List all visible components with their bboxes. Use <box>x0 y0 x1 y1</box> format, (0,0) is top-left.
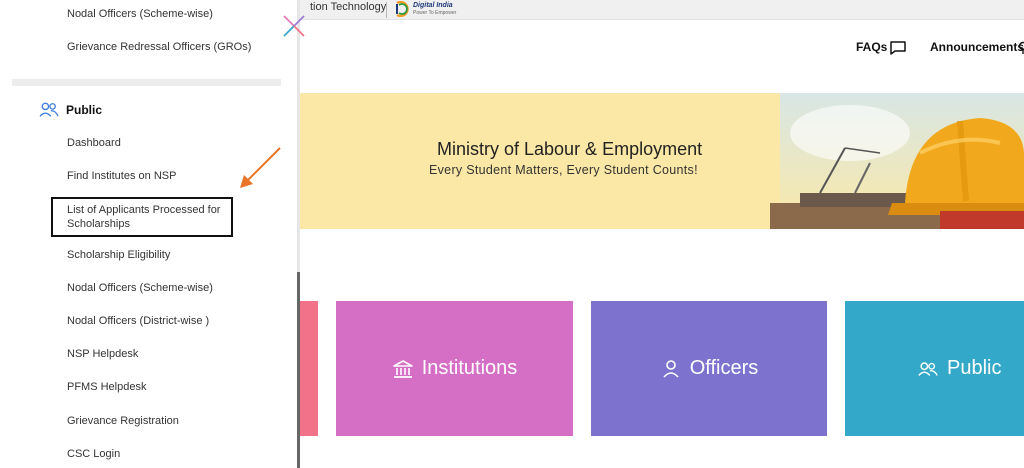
banner-subtitle: Every Student Matters, Every Student Cou… <box>429 163 698 177</box>
ministry-partial-text: tion Technology <box>310 1 387 13</box>
screen: tion Technology Digital India Power To E… <box>0 0 1024 468</box>
institutions-card[interactable]: Institutions <box>336 301 573 436</box>
top-strip: tion Technology Digital India Power To E… <box>300 0 1024 20</box>
officers-card-label: Officers <box>689 357 759 379</box>
sidebar-item-grievance-redressal-officers[interactable]: Grievance Redressal Officers (GROs) <box>67 40 251 54</box>
sidebar-item-csc-login[interactable]: CSC Login <box>67 447 120 461</box>
sidebar-scrollbar-thumb[interactable] <box>297 272 300 468</box>
sidebar-item-dashboard[interactable]: Dashboard <box>67 136 121 150</box>
digital-india-subtitle: Power To Empower <box>413 10 457 16</box>
digital-india-mark-icon <box>396 1 409 17</box>
sidebar-divider <box>12 79 281 86</box>
banner-helmet-illustration <box>770 93 1024 229</box>
public-card-label: Public <box>947 357 1002 379</box>
announcements-link[interactable]: Announcements <box>930 40 1024 54</box>
bank-building-icon <box>392 359 413 378</box>
sidebar-section-public[interactable]: Public <box>38 100 102 120</box>
faqs-link[interactable]: FAQs <box>856 40 887 54</box>
officers-card[interactable]: Officers <box>591 301 827 436</box>
announcement-pin-icon[interactable] <box>1017 41 1024 55</box>
sidebar-item-nodal-officers-scheme-public[interactable]: Nodal Officers (Scheme-wise) <box>67 281 213 295</box>
people-icon <box>918 361 938 376</box>
sidebar-item-nsp-helpdesk[interactable]: NSP Helpdesk <box>67 347 138 361</box>
annotation-arrow-icon <box>240 147 281 188</box>
sidebar-item-find-institutes[interactable]: Find Institutes on NSP <box>67 169 176 183</box>
sidebar-drawer: Nodal Officers (Scheme-wise) Grievance R… <box>0 0 300 468</box>
sidebar-item-scholarship-eligibility[interactable]: Scholarship Eligibility <box>67 248 170 262</box>
person-icon <box>663 359 679 378</box>
card-partial-pink[interactable] <box>300 301 318 436</box>
chat-bubble-icon[interactable] <box>889 40 907 56</box>
institutions-card-label: Institutions <box>421 357 518 379</box>
annotation-highlight-box <box>51 197 233 237</box>
sidebar-item-nodal-officers-scheme[interactable]: Nodal Officers (Scheme-wise) <box>67 7 213 21</box>
banner-title: Ministry of Labour & Employment <box>437 139 703 159</box>
sidebar-item-pfms-helpdesk[interactable]: PFMS Helpdesk <box>67 380 146 394</box>
digital-india-logo[interactable]: Digital India Power To Empower <box>394 1 457 19</box>
sidebar-section-public-label: Public <box>66 103 103 117</box>
digital-india-title: Digital India <box>413 2 453 9</box>
top-strip-divider <box>386 2 387 18</box>
sidebar-item-grievance-registration[interactable]: Grievance Registration <box>67 414 179 428</box>
close-icon[interactable] <box>281 13 307 39</box>
public-card[interactable]: Public <box>845 301 1024 436</box>
ministry-banner: Ministry of Labour & Employment Every St… <box>300 93 1024 229</box>
people-icon <box>39 102 59 117</box>
sidebar-item-nodal-officers-district[interactable]: Nodal Officers (District-wise ) <box>67 314 209 328</box>
